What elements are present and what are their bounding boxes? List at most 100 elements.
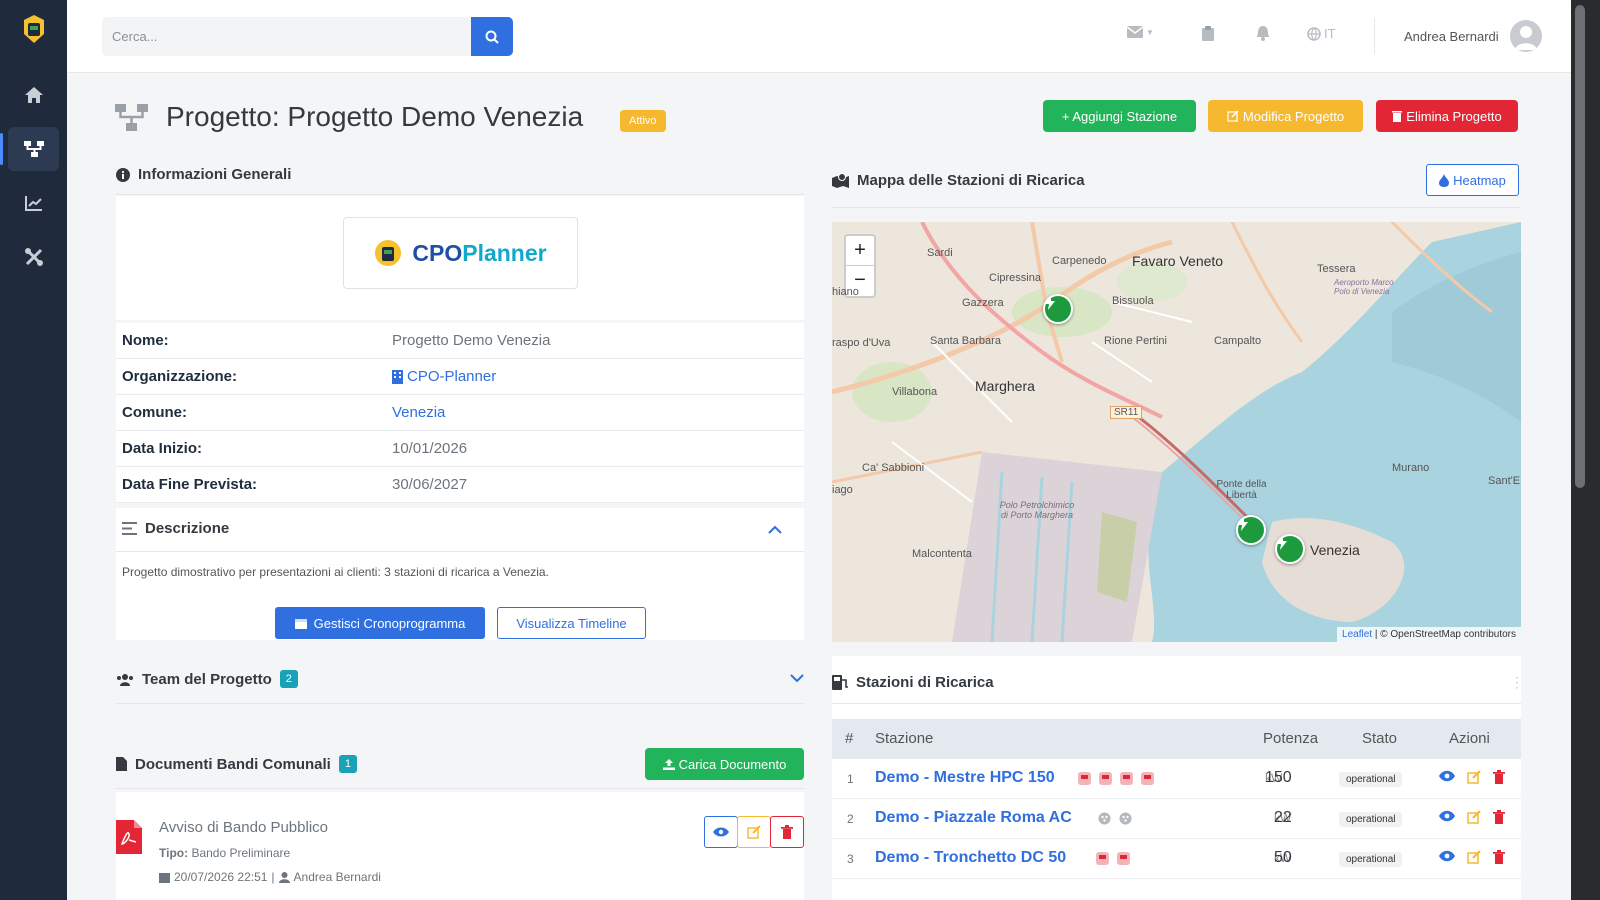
description-header[interactable]: Descrizione [116,508,804,552]
status-badge: operational [1339,852,1403,867]
station-link[interactable]: Demo - Mestre HPC 150 [875,769,1055,787]
eye-icon[interactable] [1439,770,1455,782]
sidebar-item-tools[interactable] [8,235,59,279]
stations-title-text: Stazioni di Ricarica [856,674,994,691]
search-input[interactable]: Cerca... [102,17,472,56]
sidebar-item-analytics[interactable] [8,181,59,225]
station-marker[interactable] [1043,294,1073,324]
avatar[interactable] [1510,20,1542,52]
leaflet-link[interactable]: Leaflet [1342,629,1372,640]
map-title-text: Mappa delle Stazioni di Ricarica [857,172,1085,189]
search-button[interactable] [471,17,513,56]
sidebar-item-projects[interactable] [0,127,59,171]
clipboard-icon [1202,26,1214,41]
info-row-end-date: Data Fine Prevista: 30/06/2027 [116,467,804,503]
project-logo: CPOPlanner [343,217,578,289]
edit-icon[interactable] [1467,850,1481,864]
column-header: # [845,730,854,747]
upload-document-button[interactable]: Carica Documento [645,748,804,780]
logo-text-planner: Planner [462,239,547,266]
column-header: Azioni [1449,730,1490,747]
map-attribution: Leaflet | © OpenStreetMap contributors [1337,627,1521,642]
station-link[interactable]: Demo - Tronchetto DC 50 [875,849,1066,867]
station-link[interactable]: Demo - Piazzale Roma AC [875,809,1072,827]
description-text: Progetto dimostrativo per presentazioni … [122,565,549,579]
charging-station-icon [832,675,848,690]
connector-icon [1120,772,1133,785]
document-type-label: Tipo: [159,846,189,860]
add-station-button[interactable]: + Aggiungi Stazione [1043,100,1196,132]
eye-icon[interactable] [1439,810,1455,822]
power-value: 22 [1274,809,1292,826]
map-label: Polo Petrolchimico di Porto Marghera [999,500,1075,520]
trash-icon[interactable] [1493,850,1505,864]
notifications-button[interactable] [1256,26,1270,41]
delete-document-button[interactable] [770,816,804,848]
delete-project-label: Elimina Progetto [1406,108,1502,124]
team-card-title[interactable]: Team del Progetto 2 [116,670,298,688]
map-label: Sardi [927,247,953,259]
schedule-button[interactable]: Gestisci Cronoprogramma [275,607,485,639]
map-label: Rione Pertini [1104,335,1167,347]
logo-icon [375,240,402,266]
team-count-badge: 2 [279,670,298,688]
table-header: # Stazione Potenza Stato Azioni [832,719,1521,759]
more-options-icon[interactable]: ⋮ [1510,674,1524,691]
logo-icon[interactable] [20,14,48,44]
bolt-icon [1045,296,1055,310]
trash-icon[interactable] [1493,810,1505,824]
organization-link[interactable]: CPO-Planner [392,368,496,385]
user-icon [278,871,290,883]
description-title: Descrizione [122,520,229,537]
eye-icon[interactable] [1439,850,1455,862]
stations-map[interactable]: + − Sardi Carpenedo Favaro Veneto Tesser… [832,222,1521,642]
row-number: 1 [847,772,854,786]
divider [116,788,804,789]
info-row-organization: Organizzazione: CPO-Planner [116,359,804,395]
edit-icon[interactable] [1467,810,1481,824]
edit-icon[interactable] [1467,770,1481,784]
info-label: Data Inizio: [122,440,203,457]
zoom-in-button[interactable]: + [846,236,874,266]
schedule-label: Gestisci Cronoprogramma [313,615,466,631]
row-number: 3 [847,852,854,866]
language-selector[interactable]: IT [1307,26,1336,41]
sidebar-item-home[interactable] [8,73,59,117]
view-document-button[interactable] [704,816,738,848]
map-label: Santa Barbara [930,335,1001,347]
column-header: Stato [1362,730,1398,747]
language-label: IT [1324,26,1336,41]
scrollbar-thumb[interactable] [1575,5,1585,488]
delete-project-button[interactable]: Elimina Progetto [1376,100,1518,132]
table-row: 2 Demo - Piazzale Roma AC 22 kW operatio… [832,799,1521,839]
heatmap-button[interactable]: Heatmap [1426,164,1519,196]
user-avatar-icon [1515,26,1537,50]
station-marker[interactable] [1275,534,1305,564]
messages-dropdown[interactable]: ▼ [1127,26,1154,38]
chevron-down-icon[interactable] [790,674,804,683]
tasks-button[interactable] [1202,26,1214,41]
map-label: Venezia [1310,542,1360,558]
page-title: Progetto: Progetto Demo Venezia [166,101,584,132]
station-marker[interactable] [1236,515,1266,545]
chevron-up-icon[interactable] [768,525,782,534]
info-title-text: Informazioni Generali [138,166,292,183]
connector-icons [1098,812,1132,825]
station-power: 50 kW [1274,849,1292,867]
map-label: Sant'E [1488,475,1521,487]
fire-icon [1439,173,1450,187]
station-power: 22 kW [1274,809,1292,827]
add-station-label: + Aggiungi Stazione [1061,108,1178,124]
municipality-link[interactable]: Venezia [392,404,445,421]
info-row-name: Nome: Progetto Demo Venezia [116,323,804,359]
edit-project-label: Modifica Progetto [1242,108,1345,124]
power-value: 150 [1265,769,1292,786]
user-name[interactable]: Andrea Bernardi [1404,29,1499,44]
edit-document-button[interactable] [737,816,771,848]
edit-project-button[interactable]: Modifica Progetto [1208,100,1363,132]
status-badge: Attivo [620,110,666,132]
trash-icon[interactable] [1493,770,1505,784]
map-label: hiano [832,286,859,298]
timeline-button[interactable]: Visualizza Timeline [497,607,646,639]
logo-text-cpo: CPO [412,239,463,266]
